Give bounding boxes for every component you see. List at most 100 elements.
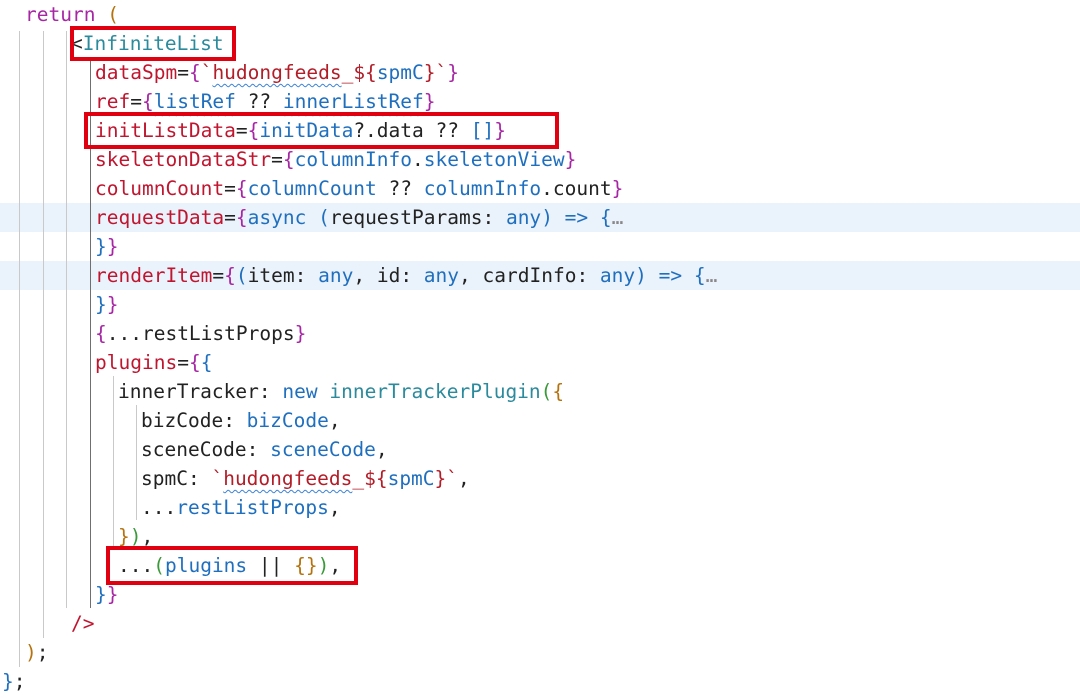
code-token: initData <box>259 119 354 142</box>
code-token: } <box>294 322 307 345</box>
code-token: }` <box>434 467 459 490</box>
code-line[interactable]: <InfiniteList <box>0 29 1080 58</box>
code-line-content: }; <box>2 667 26 696</box>
code-line[interactable]: renderItem={(item: any, id: any, cardInf… <box>0 261 1080 290</box>
code-token: || <box>247 554 295 577</box>
code-token: innerTrackerPlugin <box>329 380 541 403</box>
code-token: … <box>705 264 718 287</box>
code-token: { <box>95 322 107 345</box>
code-token: ( <box>153 554 165 577</box>
code-token: columnInfo <box>423 177 542 200</box>
code-token: = <box>235 119 248 142</box>
code-token: any <box>423 264 460 287</box>
code-token: spmC <box>387 467 435 490</box>
code-line[interactable]: }} <box>0 232 1080 261</box>
code-line-content: skeletonDataStr={columnInfo.skeletonView… <box>95 145 576 174</box>
code-line[interactable]: spmC: `hudongfeeds_${spmC}`, <box>0 464 1080 493</box>
code-token: } <box>118 525 130 548</box>
code-line-content: ); <box>25 638 49 667</box>
indent-guide <box>43 31 44 638</box>
code-token: dataSpm <box>95 61 178 84</box>
code-token: } <box>494 119 506 142</box>
indent-guide <box>90 60 91 608</box>
code-line[interactable]: ...(plugins || {}), <box>0 551 1080 580</box>
code-token: ...restListProps <box>106 322 295 345</box>
code-token: : <box>482 206 506 229</box>
code-token: ; <box>13 670 26 693</box>
code-token: any <box>505 206 542 229</box>
code-token: bizCode <box>246 409 329 432</box>
code-token: [] <box>470 119 495 142</box>
code-line[interactable]: }; <box>0 667 1080 696</box>
code-line[interactable]: columnCount={columnCount ?? columnInfo.c… <box>0 174 1080 203</box>
code-token: , <box>328 496 341 519</box>
code-token: => <box>646 264 694 287</box>
code-line[interactable]: requestData={async (requestParams: any) … <box>0 203 1080 232</box>
code-line[interactable]: sceneCode: sceneCode, <box>0 435 1080 464</box>
code-token: innerListRef <box>282 90 424 113</box>
code-line[interactable]: /> <box>0 609 1080 638</box>
code-editor[interactable]: return (<InfiniteList dataSpm={`hudongfee… <box>0 0 1080 698</box>
code-line[interactable]: return ( <box>0 0 1080 29</box>
code-token: } <box>106 293 119 316</box>
code-token: item <box>247 264 295 287</box>
code-token: new <box>282 380 330 403</box>
code-token: : <box>258 380 283 403</box>
code-token: plugins <box>164 554 248 577</box>
code-token: { <box>552 380 565 403</box>
code-line-content: bizCode: bizCode, <box>141 406 341 435</box>
code-line-content: }} <box>95 290 119 319</box>
code-token: requestParams <box>329 206 483 229</box>
code-token: ` <box>211 467 224 490</box>
code-line[interactable]: }), <box>0 522 1080 551</box>
code-token: { <box>282 148 295 171</box>
code-token: => <box>552 206 600 229</box>
code-token: ` <box>200 61 213 84</box>
code-token: hudongfeeds <box>223 467 353 490</box>
code-token: ?? <box>235 90 283 113</box>
code-line-content: plugins={{ <box>95 348 212 377</box>
code-line-content: requestData={async (requestParams: any) … <box>95 203 623 232</box>
code-line[interactable]: {...restListProps} <box>0 319 1080 348</box>
code-line-content: }} <box>95 580 119 609</box>
code-line-content: ref={listRef ?? innerListRef} <box>95 87 436 116</box>
code-token: sceneCode <box>141 438 247 461</box>
code-token: { <box>693 264 706 287</box>
code-line[interactable]: initListData={initData?.data ?? []} <box>0 116 1080 145</box>
code-token: plugins <box>95 351 178 374</box>
code-token: } <box>2 670 14 693</box>
code-line[interactable]: plugins={{ <box>0 348 1080 377</box>
code-line[interactable]: dataSpm={`hudongfeeds_${spmC}`} <box>0 58 1080 87</box>
code-token: < <box>71 32 83 55</box>
code-line-content: <InfiniteList <box>71 29 224 58</box>
code-token: { <box>188 351 201 374</box>
code-token: { <box>200 351 213 374</box>
code-line-content: ...(plugins || {}), <box>118 551 341 580</box>
code-line[interactable]: skeletonDataStr={columnInfo.skeletonView… <box>0 145 1080 174</box>
code-token: = <box>177 61 189 84</box>
code-token: } <box>564 148 577 171</box>
code-token: async <box>247 206 319 229</box>
code-line[interactable]: innerTracker: new innerTrackerPlugin({ <box>0 377 1080 406</box>
code-line[interactable]: ...restListProps, <box>0 493 1080 522</box>
code-token: : <box>576 264 600 287</box>
code-token: innerTracker <box>118 380 259 403</box>
code-token: } <box>95 235 107 258</box>
code-token: ( <box>235 264 248 287</box>
code-token: { <box>247 119 260 142</box>
code-line[interactable]: bizCode: bizCode, <box>0 406 1080 435</box>
code-token: bizCode <box>141 409 224 432</box>
code-line-content: spmC: `hudongfeeds_${spmC}`, <box>141 464 470 493</box>
code-token: { <box>188 61 201 84</box>
code-line-content: ...restListProps, <box>141 493 341 522</box>
code-token: initListData <box>95 119 236 142</box>
code-token: ; <box>36 641 49 664</box>
code-line[interactable]: }} <box>0 290 1080 319</box>
code-line[interactable]: }} <box>0 580 1080 609</box>
code-token: /> <box>71 612 95 635</box>
code-token: ( <box>107 3 119 26</box>
code-line[interactable]: ); <box>0 638 1080 667</box>
code-token: listRef <box>153 90 236 113</box>
code-token: , <box>141 525 154 548</box>
code-line[interactable]: ref={listRef ?? innerListRef} <box>0 87 1080 116</box>
